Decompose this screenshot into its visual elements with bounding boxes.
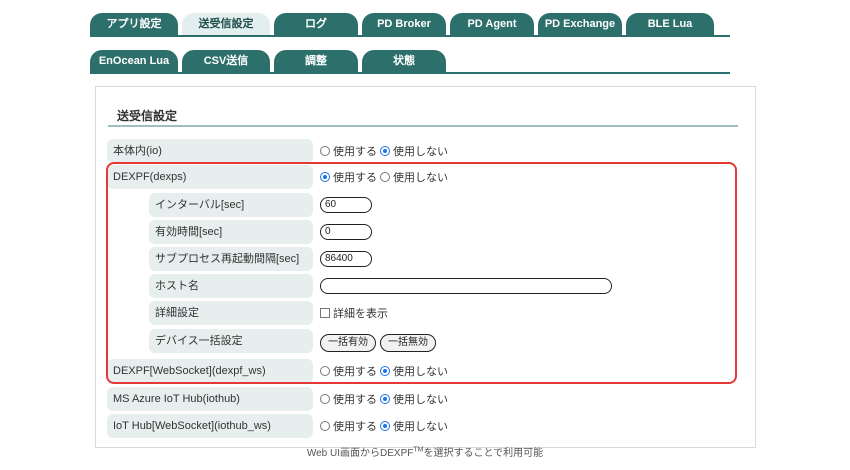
- row-label-io: 本体内(io): [107, 139, 313, 163]
- caption-text: Web UI画面からDEXPF: [306, 448, 414, 459]
- section-divider: [108, 125, 738, 127]
- tab-csv-send[interactable]: CSV送信: [182, 50, 270, 72]
- dexpf-use-radio[interactable]: [320, 172, 330, 182]
- tab-status[interactable]: 状態: [362, 50, 446, 72]
- valid-time-control: 0: [320, 220, 372, 244]
- host-name-control: [320, 274, 612, 298]
- row-label-iothub-ws: IoT Hub[WebSocket](iothub_ws): [107, 414, 313, 438]
- radio-label: 使用する: [333, 366, 377, 378]
- caption-text-after: を選択することで利用可能: [423, 448, 544, 459]
- row-label-interval: インターバル[sec]: [149, 193, 313, 217]
- host-name-input[interactable]: [320, 278, 612, 294]
- bulk-enable-button[interactable]: 一括有効: [320, 334, 376, 352]
- detail-settings-control: 詳細を表示: [320, 301, 388, 325]
- tab-app-settings[interactable]: アプリ設定: [90, 13, 178, 35]
- tab-pd-agent[interactable]: PD Agent: [450, 13, 534, 35]
- iothub-ws-radio-group: 使用する 使用しない: [320, 414, 448, 438]
- bulk-disable-button[interactable]: 一括無効: [380, 334, 436, 352]
- tab-log[interactable]: ログ: [274, 13, 358, 35]
- radio-label: 使用しない: [393, 394, 448, 406]
- radio-label: 使用する: [333, 421, 377, 433]
- tab-send-receive-settings[interactable]: 送受信設定: [182, 13, 270, 35]
- radio-label: 使用しない: [393, 172, 448, 184]
- section-title: 送受信設定: [117, 109, 178, 123]
- io-radio-group: 使用する 使用しない: [320, 139, 448, 163]
- interval-control: 60: [320, 193, 372, 217]
- tab-pd-broker[interactable]: PD Broker: [362, 13, 446, 35]
- iothub-ws-use-radio[interactable]: [320, 421, 330, 431]
- io-use-radio[interactable]: [320, 146, 330, 156]
- restart-interval-input[interactable]: 86400: [320, 251, 372, 267]
- dexpf-not-use-radio[interactable]: [380, 172, 390, 182]
- valid-time-input[interactable]: 0: [320, 224, 372, 240]
- row-label-dexpf-ws: DEXPF[WebSocket](dexpf_ws): [107, 359, 313, 383]
- tab-bar-divider-2: [90, 72, 730, 74]
- tab-ble-lua[interactable]: BLE Lua: [626, 13, 714, 35]
- radio-label: 使用する: [333, 172, 377, 184]
- azure-use-radio[interactable]: [320, 394, 330, 404]
- figure-caption: Web UI画面からDEXPFTMを選択することで利用可能: [0, 444, 850, 459]
- iothub-ws-not-use-radio[interactable]: [380, 421, 390, 431]
- azure-not-use-radio[interactable]: [380, 394, 390, 404]
- show-detail-label: 詳細を表示: [333, 308, 388, 320]
- tab-enocean-lua[interactable]: EnOcean Lua: [90, 50, 178, 72]
- tab-adjust[interactable]: 調整: [274, 50, 358, 72]
- row-label-dexpf: DEXPF(dexps): [107, 165, 313, 189]
- dexpf-radio-group: 使用する 使用しない: [320, 165, 448, 189]
- row-label-host-name: ホスト名: [149, 274, 313, 298]
- row-label-azure-iothub: MS Azure IoT Hub(iothub): [107, 387, 313, 411]
- row-label-device-bulk: デバイス一括設定: [149, 329, 313, 353]
- tab-bar-divider: [90, 35, 730, 37]
- trademark-sup: TM: [413, 446, 424, 454]
- radio-label: 使用しない: [393, 421, 448, 433]
- show-detail-checkbox[interactable]: [320, 308, 330, 318]
- restart-interval-control: 86400: [320, 247, 372, 271]
- row-label-detail-settings: 詳細設定: [149, 301, 313, 325]
- row-label-restart-interval: サブプロセス再起動間隔[sec]: [149, 247, 313, 271]
- tab-pd-exchange[interactable]: PD Exchange: [538, 13, 622, 35]
- dexpf-ws-not-use-radio[interactable]: [380, 366, 390, 376]
- device-bulk-control: 一括有効 一括無効: [320, 331, 436, 355]
- radio-label: 使用しない: [393, 146, 448, 158]
- radio-label: 使用しない: [393, 366, 448, 378]
- azure-radio-group: 使用する 使用しない: [320, 387, 448, 411]
- interval-input[interactable]: 60: [320, 197, 372, 213]
- radio-label: 使用する: [333, 146, 377, 158]
- radio-label: 使用する: [333, 394, 377, 406]
- io-not-use-radio[interactable]: [380, 146, 390, 156]
- dexpf-ws-radio-group: 使用する 使用しない: [320, 359, 448, 383]
- dexpf-ws-use-radio[interactable]: [320, 366, 330, 376]
- row-label-valid-time: 有効時間[sec]: [149, 220, 313, 244]
